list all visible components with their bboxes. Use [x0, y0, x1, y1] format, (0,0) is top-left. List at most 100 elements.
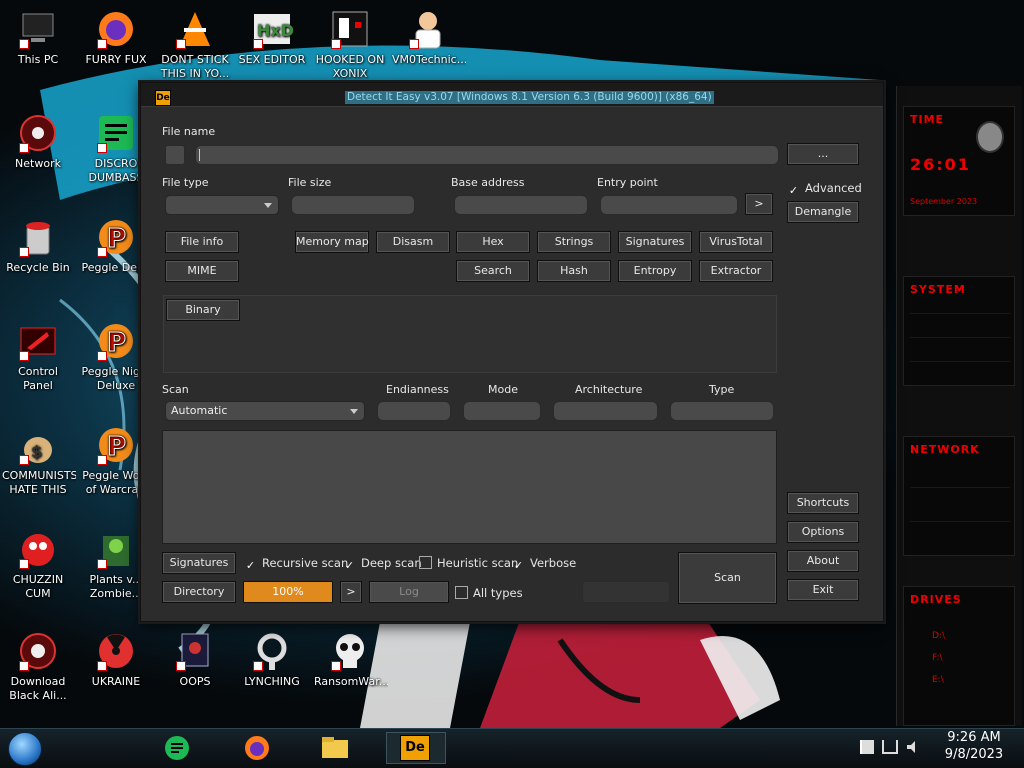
start-button[interactable]: [8, 732, 42, 766]
desktop-icon[interactable]: LYNCHING: [234, 630, 310, 689]
title-bar[interactable]: De Detect It Easy v3.07 [Windows 8.1 Ver…: [141, 83, 883, 107]
desktop-icon[interactable]: UKRAINE: [78, 630, 154, 689]
file-type-label: File type: [162, 176, 209, 189]
deep-scan-checkbox[interactable]: ✓ Deep scan: [343, 555, 422, 572]
shortcut-arrow-icon: [253, 39, 263, 49]
binary-button[interactable]: Binary: [166, 299, 240, 321]
signatures-tool-button[interactable]: Signatures: [618, 231, 692, 253]
desktop-icon[interactable]: DONT STICK THIS IN YO...: [157, 8, 233, 81]
shortcut-arrow-icon: [97, 247, 107, 257]
heuristic-scan-checkbox[interactable]: Heuristic scan: [419, 555, 518, 571]
memory-map-button[interactable]: Memory map: [295, 231, 369, 253]
checkmark-icon: ✓: [513, 559, 524, 572]
entropy-button[interactable]: Entropy: [618, 260, 692, 282]
desktop-icon[interactable]: HOOKED ON XONIX: [312, 8, 388, 81]
svg-text:P: P: [107, 432, 126, 462]
desktop-icon[interactable]: FURRY FUX: [78, 8, 154, 67]
taskbar-clock[interactable]: 9:26 AM 9/8/2023: [934, 729, 1014, 763]
desktop-icon-label: SEX EDITOR: [238, 53, 306, 66]
signatures-button[interactable]: Signatures: [162, 552, 236, 574]
deep-scan-label: Deep scan: [361, 556, 422, 570]
this-pc-icon: [17, 8, 59, 50]
taskbar-chat-icon[interactable]: [160, 732, 194, 764]
file-name-input[interactable]: [195, 145, 779, 165]
alien-icon: [976, 121, 1004, 153]
virustotal-button[interactable]: VirusTotal: [699, 231, 773, 253]
desktop-icon-label: COMMUNISTS HATE THIS G...: [2, 469, 76, 499]
taskbar-file-explorer-icon[interactable]: [318, 732, 352, 764]
file-size-label: File size: [288, 176, 332, 189]
desktop-icon[interactable]: RansomWar...: [312, 630, 388, 689]
desktop-icon[interactable]: CHUZZIN CUM: [0, 528, 76, 601]
file-type-panel: Binary: [163, 295, 777, 373]
desktop-icon[interactable]: Download Black Ali...: [0, 630, 76, 703]
gadget-clock: 26:01: [910, 155, 971, 174]
scan-results-area[interactable]: [162, 430, 777, 544]
about-button[interactable]: About: [787, 550, 859, 572]
shortcut-arrow-icon: [19, 559, 29, 569]
shortcuts-button[interactable]: Shortcuts: [787, 492, 859, 514]
network-gadget: NETWORK: [903, 436, 1015, 556]
desktop-icon[interactable]: Network: [0, 112, 76, 171]
demangle-button[interactable]: Demangle: [787, 201, 859, 223]
drives-gadget-title: DRIVES: [910, 593, 962, 606]
recursive-scan-label: Recursive scan: [262, 556, 349, 570]
desktop-icon-label: HOOKED ON XONIX: [315, 53, 385, 80]
tray-flag-icon[interactable]: [860, 740, 874, 754]
entry-point-next-button[interactable]: >: [745, 193, 773, 215]
options-button[interactable]: Options: [787, 521, 859, 543]
mode-label: Mode: [488, 383, 518, 396]
desktop-icon[interactable]: HxD SEX EDITOR: [234, 8, 310, 67]
desktop-icon[interactable]: VM0Technic...: [390, 8, 466, 67]
entry-point-field: [600, 195, 738, 215]
file-info-button[interactable]: File info: [165, 231, 239, 253]
desktop-icon-label: FURRY FUX: [85, 53, 147, 66]
checkbox-empty-icon: [419, 556, 432, 569]
tray-network-icon[interactable]: [882, 740, 898, 754]
desktop-icon-label: RansomWar...: [314, 675, 388, 688]
desktop-icon-label: OOPS: [179, 675, 211, 688]
file-type-select[interactable]: [165, 195, 279, 215]
browse-button[interactable]: ...: [787, 143, 859, 165]
desktop-icon[interactable]: $ COMMUNISTS HATE THIS G...: [0, 424, 76, 499]
search-button[interactable]: Search: [456, 260, 530, 282]
base-address-field: [454, 195, 588, 215]
taskbar-firefox-icon[interactable]: [240, 732, 274, 764]
desktop-icon-label: Control Panel: [18, 365, 58, 392]
advanced-checkbox[interactable]: ✓ Advanced: [787, 180, 862, 197]
desktop-icon[interactable]: Control Panel: [0, 320, 76, 393]
progress-next-button[interactable]: >: [340, 581, 362, 603]
desktop-icon[interactable]: OOPS: [157, 630, 233, 689]
exit-button[interactable]: Exit: [787, 579, 859, 601]
rope-icon: [251, 630, 293, 672]
directory-button[interactable]: Directory: [162, 581, 236, 603]
taskbar-die-icon[interactable]: De: [386, 732, 446, 764]
chevron-down-icon: [264, 203, 272, 208]
drive-row: E:\: [932, 675, 944, 685]
type-label: Type: [709, 383, 735, 396]
strings-button[interactable]: Strings: [537, 231, 611, 253]
oops-icon: [174, 630, 216, 672]
all-types-checkbox[interactable]: All types: [455, 585, 523, 601]
scan-mode-select[interactable]: Automatic: [165, 401, 365, 421]
disasm-button[interactable]: Disasm: [376, 231, 450, 253]
svg-text:$: $: [31, 442, 42, 461]
desktop-icon[interactable]: This PC: [0, 8, 76, 67]
taskbar-date: 9/8/2023: [944, 747, 1004, 762]
architecture-label: Architecture: [575, 383, 643, 396]
tray-volume-icon[interactable]: [906, 740, 920, 754]
shortcut-arrow-icon: [97, 559, 107, 569]
chat-icon: [95, 112, 137, 154]
verbose-checkbox[interactable]: ✓ Verbose: [512, 555, 576, 572]
shortcut-arrow-icon: [19, 143, 29, 153]
hex-button[interactable]: Hex: [456, 231, 530, 253]
desktop-icon-label: DONT STICK THIS IN YO...: [160, 53, 230, 80]
recursive-scan-checkbox[interactable]: ✓ Recursive scan: [244, 555, 348, 572]
mime-button[interactable]: MIME: [165, 260, 239, 282]
hash-button[interactable]: Hash: [537, 260, 611, 282]
desktop-icon[interactable]: Recycle Bin: [0, 216, 76, 275]
scan-button[interactable]: Scan: [678, 552, 777, 604]
extractor-button[interactable]: Extractor: [699, 260, 773, 282]
log-button[interactable]: Log: [369, 581, 449, 603]
desktop-icon-label: Network: [15, 157, 61, 170]
